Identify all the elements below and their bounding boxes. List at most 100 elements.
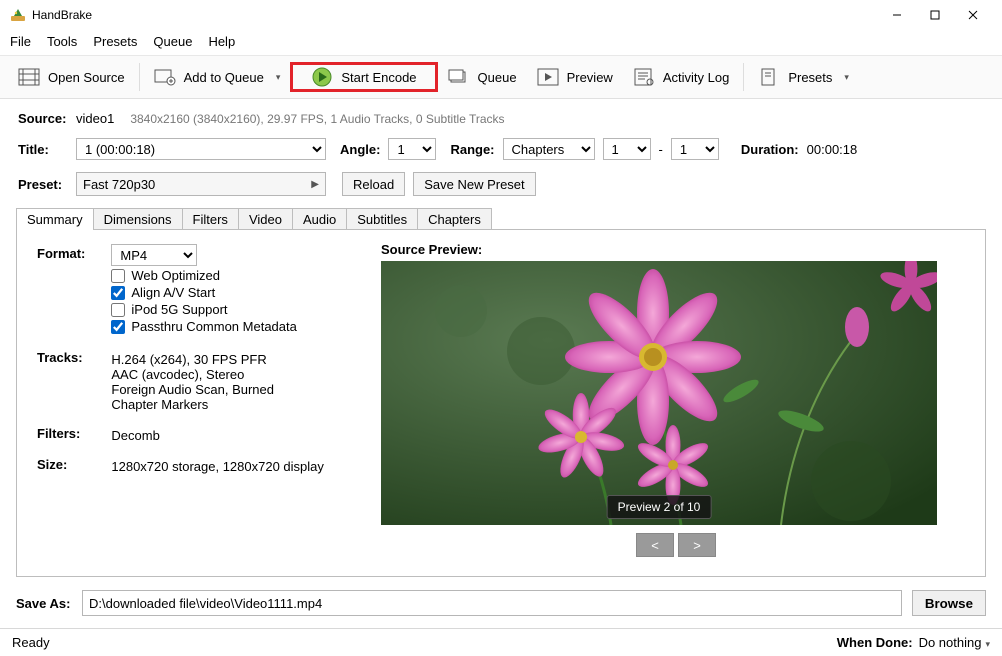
web-optimized-label: Web Optimized	[131, 268, 220, 283]
duration-label: Duration:	[741, 142, 799, 157]
tab-audio[interactable]: Audio	[292, 208, 347, 230]
menu-queue[interactable]: Queue	[153, 34, 192, 49]
tabs: Summary Dimensions Filters Video Audio S…	[16, 208, 1002, 230]
queue-button[interactable]: Queue	[438, 62, 527, 92]
start-encode-label: Start Encode	[341, 70, 416, 85]
app-icon	[10, 7, 26, 23]
toolbar: Open Source Add to Queue ▾ Start Encode …	[0, 55, 1002, 99]
chevron-down-icon: ▾	[276, 72, 281, 83]
film-icon	[18, 68, 40, 86]
preset-select[interactable]: Fast 720p30 ▶	[76, 172, 326, 196]
format-label: Format:	[33, 244, 105, 338]
status-text: Ready	[12, 635, 50, 650]
tab-dimensions[interactable]: Dimensions	[93, 208, 183, 230]
source-label: Source:	[18, 111, 68, 126]
maximize-button[interactable]	[916, 3, 954, 27]
window-title: HandBrake	[32, 8, 878, 22]
presets-button[interactable]: Presets ▾	[748, 62, 859, 92]
track-line: H.264 (x264), 30 FPS PFR	[111, 352, 324, 367]
activity-log-button[interactable]: Activity Log	[623, 62, 739, 92]
angle-select[interactable]: 1	[388, 138, 436, 160]
align-av-checkbox[interactable]	[111, 286, 125, 300]
log-icon	[633, 68, 655, 86]
status-bar: Ready When Done: Do nothing▾	[0, 628, 1002, 656]
chevron-down-icon: ▾	[844, 72, 849, 83]
queue-icon	[448, 68, 470, 86]
save-new-preset-button[interactable]: Save New Preset	[413, 172, 535, 196]
track-line: Foreign Audio Scan, Burned	[111, 382, 324, 397]
tab-chapters[interactable]: Chapters	[417, 208, 492, 230]
preset-label: Preset:	[18, 177, 68, 192]
chevron-right-icon: ▶	[311, 179, 319, 190]
range-label: Range:	[450, 142, 494, 157]
tracks-label: Tracks:	[33, 340, 105, 414]
passthru-label: Passthru Common Metadata	[131, 319, 296, 334]
menu-file[interactable]: File	[10, 34, 31, 49]
tab-summary[interactable]: Summary	[16, 208, 94, 230]
filters-value: Decomb	[107, 416, 328, 445]
track-line: Chapter Markers	[111, 397, 324, 412]
source-row: Source: video1 3840x2160 (3840x2160), 29…	[0, 99, 1002, 132]
when-done-select[interactable]: Do nothing▾	[919, 635, 990, 650]
reload-button[interactable]: Reload	[342, 172, 405, 196]
align-av-label: Align A/V Start	[131, 285, 215, 300]
range-mode-select[interactable]: Chapters	[503, 138, 595, 160]
range-end-select[interactable]: 1	[671, 138, 719, 160]
activity-log-label: Activity Log	[663, 70, 729, 85]
play-icon	[311, 68, 333, 86]
close-button[interactable]	[954, 3, 992, 27]
preview-icon	[537, 68, 559, 86]
preview-next-button[interactable]: >	[678, 533, 716, 557]
menu-tools[interactable]: Tools	[47, 34, 77, 49]
range-sep: -	[659, 142, 663, 157]
browse-button[interactable]: Browse	[912, 590, 986, 616]
ipod-label: iPod 5G Support	[131, 302, 227, 317]
tab-subtitles[interactable]: Subtitles	[346, 208, 418, 230]
tab-video[interactable]: Video	[238, 208, 293, 230]
add-to-queue-button[interactable]: Add to Queue ▾	[144, 62, 291, 92]
queue-label: Queue	[478, 70, 517, 85]
preview-prev-button[interactable]: <	[636, 533, 674, 557]
web-optimized-checkbox[interactable]	[111, 269, 125, 283]
menu-presets[interactable]: Presets	[93, 34, 137, 49]
add-to-queue-label: Add to Queue	[184, 70, 264, 85]
source-meta: 3840x2160 (3840x2160), 29.97 FPS, 1 Audi…	[130, 112, 504, 126]
ipod-checkbox[interactable]	[111, 303, 125, 317]
when-done-label: When Done:	[837, 635, 913, 650]
menu-bar: File Tools Presets Queue Help	[0, 30, 1002, 55]
preview-counter: Preview 2 of 10	[607, 495, 712, 519]
summary-left: Format: MP4 Web Optimized Align A/V Star…	[31, 242, 361, 560]
angle-label: Angle:	[340, 142, 380, 157]
presets-label: Presets	[788, 70, 832, 85]
tab-filters[interactable]: Filters	[182, 208, 239, 230]
separator	[139, 63, 140, 91]
separator	[743, 63, 744, 91]
duration-value: 00:00:18	[807, 142, 858, 157]
size-label: Size:	[33, 447, 105, 476]
format-select[interactable]: MP4	[111, 244, 197, 266]
preview-title: Source Preview:	[381, 242, 971, 257]
range-start-select[interactable]: 1	[603, 138, 651, 160]
preview-button[interactable]: Preview	[527, 62, 623, 92]
menu-help[interactable]: Help	[208, 34, 235, 49]
size-value: 1280x720 storage, 1280x720 display	[107, 447, 328, 476]
preview-label: Preview	[567, 70, 613, 85]
passthru-checkbox[interactable]	[111, 320, 125, 334]
title-label: Title:	[18, 142, 68, 157]
preset-row: Preset: Fast 720p30 ▶ Reload Save New Pr…	[0, 166, 1002, 202]
track-line: AAC (avcodec), Stereo	[111, 367, 324, 382]
source-name: video1	[76, 111, 114, 126]
presets-icon	[758, 68, 780, 86]
save-as-input[interactable]	[82, 590, 902, 616]
start-encode-button[interactable]: Start Encode	[290, 62, 437, 92]
preview-image: Preview 2 of 10	[381, 261, 937, 525]
save-as-label: Save As:	[16, 596, 72, 611]
minimize-button[interactable]	[878, 3, 916, 27]
title-select[interactable]: 1 (00:00:18)	[76, 138, 326, 160]
title-row: Title: 1 (00:00:18) Angle: 1 Range: Chap…	[0, 132, 1002, 166]
preset-value: Fast 720p30	[83, 177, 155, 192]
open-source-button[interactable]: Open Source	[8, 62, 135, 92]
tab-body: Format: MP4 Web Optimized Align A/V Star…	[16, 229, 986, 577]
title-bar: HandBrake	[0, 0, 1002, 30]
preview-panel: Source Preview:	[381, 242, 971, 560]
